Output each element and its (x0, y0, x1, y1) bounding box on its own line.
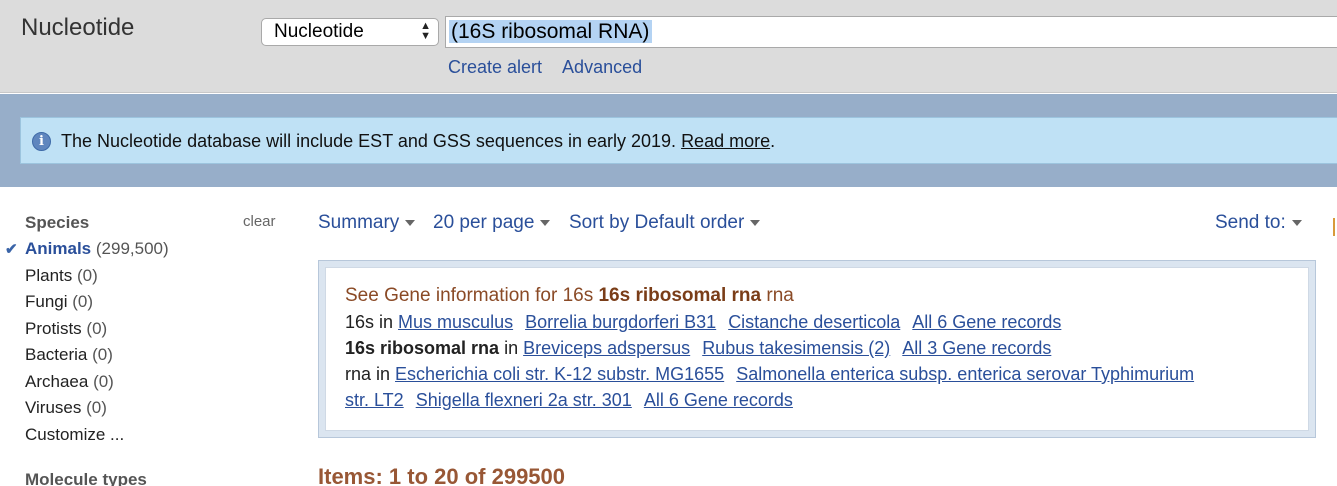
facet-item-protists[interactable]: Protists (0) (25, 319, 169, 346)
gene-link[interactable]: All 6 Gene records (644, 390, 793, 410)
info-icon: i (32, 132, 51, 151)
species-facet-list: ✔ Animals (299,500) Plants (0) Fungi (0)… (5, 239, 169, 452)
gene-link[interactable]: Breviceps adspersus (523, 338, 690, 358)
create-alert-link[interactable]: Create alert (448, 57, 542, 77)
notice-banner: i The Nucleotide database will include E… (20, 117, 1337, 164)
facet-item-fungi[interactable]: Fungi (0) (25, 292, 169, 319)
facet-item-plants[interactable]: Plants (0) (25, 266, 169, 293)
species-facet-title: Species (25, 213, 90, 232)
gene-link[interactable]: Mus musculus (398, 312, 513, 332)
checkmark-icon: ✔ (5, 241, 18, 258)
edge-marker (1333, 218, 1337, 236)
gene-link[interactable]: Escherichia coli str. K-12 substr. MG165… (395, 364, 724, 384)
notice-tail: . (770, 131, 776, 151)
facet-item-archaea[interactable]: Archaea (0) (25, 372, 169, 399)
summary-dropdown[interactable]: Summary (318, 212, 416, 234)
gene-info-box: See Gene information for 16s 16s ribosom… (318, 260, 1316, 438)
gene-row-16s-ribosomal-rna: 16s ribosomal rna in Breviceps adspersus… (345, 338, 1052, 358)
facet-item-viruses[interactable]: Viruses (0) (25, 398, 169, 425)
chevron-down-icon (540, 219, 551, 226)
per-page-dropdown[interactable]: 20 per page (433, 212, 551, 234)
search-sub-links: Create alert Advanced (448, 57, 662, 78)
database-select[interactable]: Nucleotide ▲ ▼ (261, 18, 439, 46)
search-input-value: (16S ribosomal RNA) (449, 20, 653, 43)
gene-link[interactable]: Salmonella enterica subsp. enterica sero… (736, 364, 1194, 384)
chevron-down-icon (405, 219, 416, 226)
search-input[interactable]: (16S ribosomal RNA) (445, 16, 1337, 48)
app-title: Nucleotide (21, 14, 135, 41)
facet-item-customize[interactable]: Customize ... (25, 425, 169, 452)
notice-band: i The Nucleotide database will include E… (0, 94, 1337, 187)
chevron-down-icon (1291, 219, 1302, 226)
database-select-value: Nucleotide (274, 21, 364, 42)
read-more-link[interactable]: Read more (681, 131, 770, 151)
gene-link[interactable]: All 3 Gene records (902, 338, 1051, 358)
gene-row-rna: rna in Escherichia coli str. K-12 substr… (345, 364, 1195, 384)
advanced-link[interactable]: Advanced (562, 57, 642, 77)
chevron-down-icon (750, 219, 761, 226)
gene-link[interactable]: All 6 Gene records (912, 312, 1061, 332)
gene-row-16s: 16s in Mus musculus Borrelia burgdorferi … (345, 312, 1062, 332)
select-arrows-icon: ▲ ▼ (420, 20, 431, 42)
gene-link[interactable]: str. LT2 (345, 390, 404, 410)
gene-info-inner: See Gene information for 16s 16s ribosom… (325, 267, 1309, 431)
facet-item-animals[interactable]: ✔ Animals (299,500) (5, 239, 169, 266)
send-to-dropdown[interactable]: Send to: (1215, 212, 1302, 234)
gene-link[interactable]: Borrelia burgdorferi B31 (525, 312, 716, 332)
sort-dropdown[interactable]: Sort by Default order (569, 212, 761, 234)
items-count: Items: 1 to 20 of 299500 (318, 464, 566, 486)
gene-link[interactable]: Cistanche deserticola (728, 312, 900, 332)
gene-link[interactable]: Shigella flexneri 2a str. 301 (416, 390, 632, 410)
facet-item-bacteria[interactable]: Bacteria (0) (25, 345, 169, 372)
clear-link[interactable]: clear (243, 213, 276, 230)
gene-row-rna-continued: str. LT2 Shigella flexneri 2a str. 301 All… (345, 387, 1308, 413)
search-header: Nucleotide Nucleotide ▲ ▼ (16S ribosomal … (0, 0, 1337, 93)
molecule-types-facet-title: Molecule types (25, 470, 147, 486)
gene-info-heading: See Gene information for 16s 16s ribosom… (345, 285, 794, 306)
gene-link[interactable]: Rubus takesimensis (2) (702, 338, 890, 358)
notice-text: The Nucleotide database will include EST… (61, 131, 677, 151)
